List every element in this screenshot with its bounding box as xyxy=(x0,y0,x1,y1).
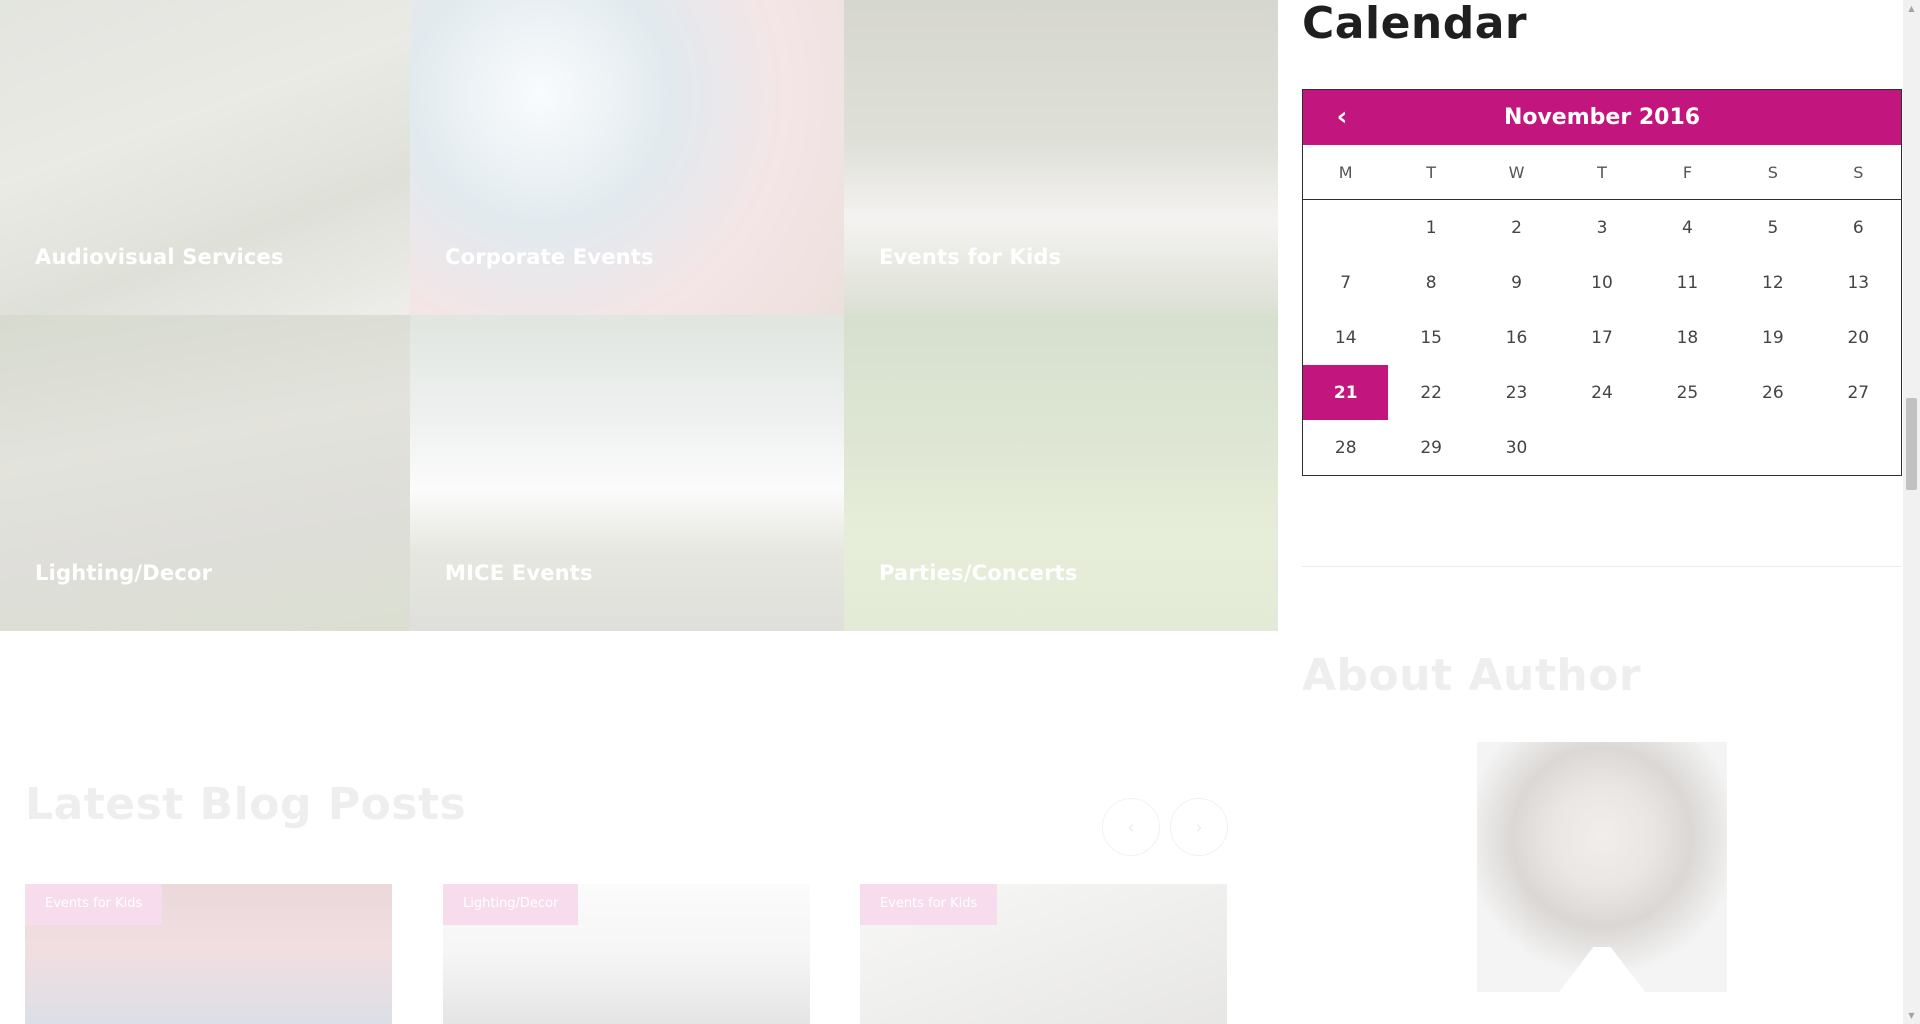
blog-card[interactable]: Events for Kids xyxy=(25,884,392,1024)
calendar-day[interactable]: 5 xyxy=(1730,200,1815,255)
calendar-day[interactable]: 23 xyxy=(1474,365,1559,420)
calendar-day[interactable]: 29 xyxy=(1388,420,1473,475)
calendar-day[interactable]: 22 xyxy=(1388,365,1473,420)
calendar-day[interactable]: 30 xyxy=(1474,420,1559,475)
calendar-weekday: W xyxy=(1508,162,1525,182)
page-scrollbar[interactable]: ▲ ▼ xyxy=(1903,0,1920,1024)
calendar-day[interactable]: 18 xyxy=(1645,310,1730,365)
calendar-day[interactable]: 25 xyxy=(1645,365,1730,420)
calendar-day[interactable]: 26 xyxy=(1730,365,1815,420)
calendar-day[interactable]: 15 xyxy=(1388,310,1473,365)
service-tile-audiovisual[interactable]: Audiovisual Services xyxy=(0,0,410,315)
calendar-empty-cell xyxy=(1559,420,1644,475)
service-tile-lighting[interactable]: Lighting/Decor xyxy=(0,315,410,631)
calendar-day[interactable]: 14 xyxy=(1303,310,1388,365)
calendar-day[interactable]: 28 xyxy=(1303,420,1388,475)
services-grid: Audiovisual Services Corporate Events Ev… xyxy=(0,0,1278,631)
calendar-weekday: T xyxy=(1426,162,1437,182)
calendar-weekday: M xyxy=(1338,162,1353,182)
service-label: Corporate Events xyxy=(445,245,654,269)
calendar-weekday: T xyxy=(1597,162,1607,182)
calendar-day[interactable]: 6 xyxy=(1816,200,1901,255)
blog-prev-button[interactable]: ‹ xyxy=(1102,798,1160,856)
calendar-empty-cell xyxy=(1645,420,1730,475)
service-label: MICE Events xyxy=(445,561,593,585)
calendar-weekday-row: MTWTFSS xyxy=(1303,145,1901,200)
calendar-day[interactable]: 11 xyxy=(1645,255,1730,310)
calendar-day[interactable]: 1 xyxy=(1388,200,1473,255)
service-label: Audiovisual Services xyxy=(35,245,284,269)
service-label: Events for Kids xyxy=(879,245,1062,269)
calendar-day[interactable]: 20 xyxy=(1816,310,1901,365)
calendar-day[interactable]: 17 xyxy=(1559,310,1644,365)
scrollbar-thumb[interactable] xyxy=(1906,398,1917,490)
calendar-header: ‹ November 2016 xyxy=(1303,90,1901,145)
calendar-day[interactable]: 2 xyxy=(1474,200,1559,255)
calendar-day[interactable]: 10 xyxy=(1559,255,1644,310)
blog-card[interactable]: Lighting/Decor xyxy=(443,884,810,1024)
calendar-day[interactable]: 12 xyxy=(1730,255,1815,310)
calendar-day[interactable]: 13 xyxy=(1816,255,1901,310)
calendar-heading: Calendar xyxy=(1302,0,1528,49)
author-photo-detail xyxy=(1559,947,1645,992)
calendar-day[interactable]: 16 xyxy=(1474,310,1559,365)
calendar-empty-cell xyxy=(1303,200,1388,255)
blog-card[interactable]: Events for Kids xyxy=(860,884,1227,1024)
calendar-day[interactable]: 9 xyxy=(1474,255,1559,310)
calendar-day[interactable]: 19 xyxy=(1730,310,1815,365)
calendar-day[interactable]: 4 xyxy=(1645,200,1730,255)
calendar-weekday: S xyxy=(1767,162,1778,182)
calendar-month-label: November 2016 xyxy=(1503,105,1701,130)
service-label: Parties/Concerts xyxy=(879,561,1078,585)
chevron-left-icon: ‹ xyxy=(1127,816,1135,838)
blog-category-tag[interactable]: Events for Kids xyxy=(860,884,998,925)
calendar-empty-cell xyxy=(1816,420,1901,475)
chevron-left-icon[interactable]: ‹ xyxy=(1329,102,1355,132)
service-tile-mice[interactable]: MICE Events xyxy=(410,315,844,631)
service-tile-kids[interactable]: Events for Kids xyxy=(844,0,1278,315)
calendar-day[interactable]: 7 xyxy=(1303,255,1388,310)
calendar-weekday: F xyxy=(1682,162,1693,182)
about-author-heading: About Author xyxy=(1302,650,1642,701)
blog-category-tag[interactable]: Events for Kids xyxy=(25,884,163,925)
calendar-widget: ‹ November 2016 MTWTFSS 1 2 3 4 5 6 7 8 9 10 11 12 1… xyxy=(1302,89,1902,476)
calendar-day[interactable]: 27 xyxy=(1816,365,1901,420)
calendar-day[interactable]: 24 xyxy=(1559,365,1644,420)
calendar-day-today[interactable]: 21 xyxy=(1303,365,1389,420)
calendar-day[interactable]: 3 xyxy=(1559,200,1644,255)
calendar-day-grid: 1 2 3 4 5 6 7 8 9 10 11 12 13 14 15 16 17 18 19 20 21 22 23 24 2… xyxy=(1303,200,1901,475)
calendar-day[interactable]: 8 xyxy=(1388,255,1473,310)
scroll-down-arrow-icon[interactable]: ▼ xyxy=(1903,1007,1920,1024)
service-tile-parties[interactable]: Parties/Concerts xyxy=(844,315,1278,631)
chevron-right-icon: › xyxy=(1195,816,1203,838)
calendar-empty-cell xyxy=(1730,420,1815,475)
blog-category-tag[interactable]: Lighting/Decor xyxy=(443,884,579,925)
sidebar-divider xyxy=(1302,566,1902,567)
service-tile-corporate[interactable]: Corporate Events xyxy=(410,0,844,315)
service-label: Lighting/Decor xyxy=(35,561,213,585)
author-photo xyxy=(1477,742,1727,992)
scroll-up-arrow-icon[interactable]: ▲ xyxy=(1903,0,1920,17)
blog-next-button[interactable]: › xyxy=(1170,798,1228,856)
blog-section-title: Latest Blog Posts xyxy=(25,779,467,830)
calendar-weekday: S xyxy=(1853,162,1864,182)
